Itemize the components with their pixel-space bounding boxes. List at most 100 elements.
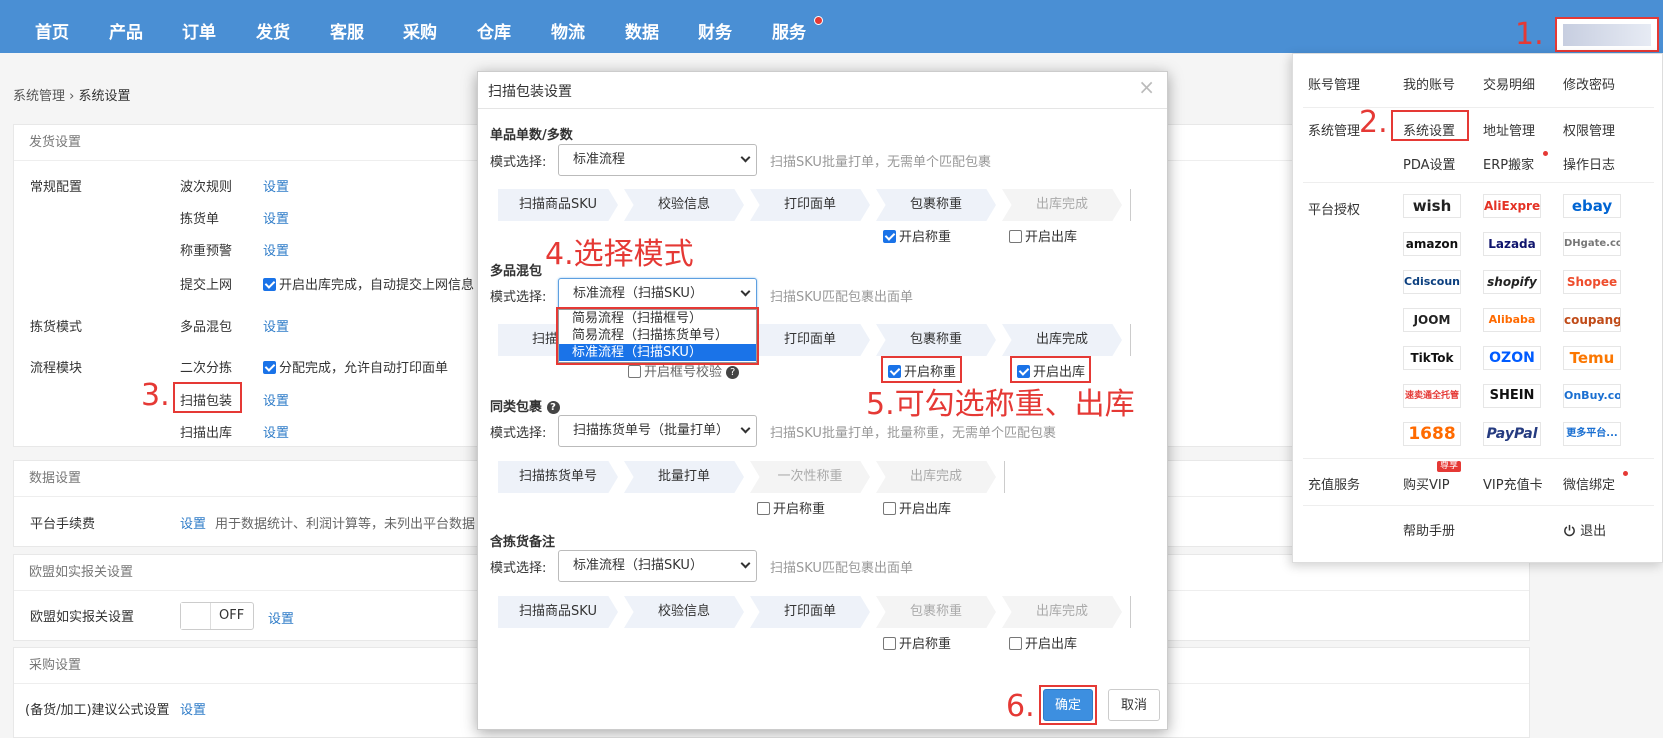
platform-logo-temu[interactable]: Temu xyxy=(1563,346,1621,370)
menu-vip-card[interactable]: VIP充值卡 xyxy=(1483,474,1543,493)
notes-mode-select[interactable]: 标准流程（扫描SKU） xyxy=(558,550,757,582)
section-single-title: 单品单数/多数 xyxy=(490,128,573,143)
eu-customs-set-link[interactable]: 设置 xyxy=(268,608,294,627)
close-icon[interactable]: × xyxy=(1138,75,1155,99)
platform-logo-1688[interactable]: 1688 xyxy=(1403,422,1461,446)
help-icon[interactable]: ? xyxy=(726,366,740,379)
multi-mix-set-link[interactable]: 设置 xyxy=(263,316,289,335)
platform-logo-lazada[interactable]: Lazada xyxy=(1483,232,1541,256)
menu-my-account[interactable]: 我的账号 xyxy=(1403,74,1455,93)
platform-logo-paypal[interactable]: PayPal xyxy=(1483,422,1541,446)
nav-item-data[interactable]: 数据 xyxy=(625,0,659,53)
single-mode-select[interactable]: 标准流程 xyxy=(558,144,757,176)
menu-change-password[interactable]: 修改密码 xyxy=(1563,74,1615,93)
menu-pda-settings[interactable]: PDA设置 xyxy=(1403,154,1456,173)
notification-dot xyxy=(1543,151,1548,156)
eu-customs-toggle[interactable]: OFF xyxy=(180,602,254,630)
notes-weigh-checkbox[interactable] xyxy=(883,637,896,650)
flow-step: 出库完成 xyxy=(1002,596,1122,628)
same-out-checkbox[interactable] xyxy=(883,502,896,515)
multi-out-option: 开启出库 xyxy=(1017,361,1085,380)
scan-out-set-link[interactable]: 设置 xyxy=(263,422,289,441)
menu-trade-detail[interactable]: 交易明细 xyxy=(1483,74,1535,93)
confirm-button[interactable]: 确定 xyxy=(1043,689,1093,721)
platform-logo-cdiscount[interactable]: Cdiscount xyxy=(1403,270,1461,294)
breadcrumb-current: 系统设置 xyxy=(78,89,131,104)
menu-system-settings[interactable]: 系统设置 xyxy=(1403,120,1455,139)
menu-address-management[interactable]: 地址管理 xyxy=(1483,120,1535,139)
platform-logo-dhgate[interactable]: DHgate.com xyxy=(1563,232,1621,256)
user-avatar-button[interactable] xyxy=(1555,17,1659,52)
platform-logo-shopee[interactable]: Shopee xyxy=(1563,270,1621,294)
nav-item-home[interactable]: 首页 xyxy=(35,0,69,53)
platform-fee-set-link[interactable]: 设置 xyxy=(180,513,206,532)
chevron-down-icon xyxy=(740,152,751,163)
submit-online-checkbox[interactable] xyxy=(263,278,276,291)
cancel-button[interactable]: 取消 xyxy=(1108,689,1160,721)
platform-logo-ozon[interactable]: OZON xyxy=(1483,346,1541,370)
menu-buy-vip[interactable]: 购买VIP xyxy=(1403,474,1450,493)
nav-item-shipping[interactable]: 发货 xyxy=(256,0,290,53)
platform-logo-shein[interactable]: SHEIN xyxy=(1483,384,1541,408)
nav-item-customer-service[interactable]: 客服 xyxy=(330,0,364,53)
platform-logo-joom[interactable]: JOOM xyxy=(1403,308,1461,332)
flow-step: 打印面单 xyxy=(750,324,870,356)
second-sort-label: 二次分拣 xyxy=(180,361,233,376)
breadcrumb-parent[interactable]: 系统管理 xyxy=(13,89,65,104)
menu-logout[interactable]: 退出 xyxy=(1563,520,1606,539)
mode-label: 模式选择: xyxy=(490,561,547,576)
wave-rule-set-link[interactable]: 设置 xyxy=(263,176,289,195)
same-weigh-checkbox[interactable] xyxy=(757,502,770,515)
single-out-checkbox[interactable] xyxy=(1009,230,1022,243)
scan-pack-set-link[interactable]: 设置 xyxy=(263,390,289,409)
single-weigh-checkbox[interactable] xyxy=(883,230,896,243)
multi-out-label: 开启出库 xyxy=(1033,365,1086,380)
platform-logo-wish[interactable]: wish xyxy=(1403,194,1461,218)
frame-check-checkbox[interactable] xyxy=(628,365,641,378)
nav-item-services[interactable]: 服务 xyxy=(772,0,806,53)
menu-operation-log[interactable]: 操作日志 xyxy=(1563,154,1615,173)
multi-weigh-label: 开启称重 xyxy=(904,365,957,380)
logout-label: 退出 xyxy=(1580,524,1607,539)
formula-set-link[interactable]: 设置 xyxy=(180,699,206,718)
platform-logo-aliexpress-choice[interactable]: 速卖通全托管 xyxy=(1403,384,1461,408)
same-mode-value: 扫描拣货单号（批量打单） xyxy=(573,423,730,438)
platform-logo-tiktok[interactable]: TikTok xyxy=(1403,346,1461,370)
nav-item-purchase[interactable]: 采购 xyxy=(403,0,437,53)
multi-mode-select[interactable]: 标准流程（扫描SKU） xyxy=(558,278,757,310)
single-weigh-label: 开启称重 xyxy=(899,230,952,245)
platform-logo-onbuy[interactable]: OnBuy.com xyxy=(1563,384,1621,408)
multi-weigh-checkbox[interactable] xyxy=(888,365,901,378)
same-mode-select[interactable]: 扫描拣货单号（批量打单） xyxy=(558,415,757,447)
platform-logo-alibaba[interactable]: Alibaba xyxy=(1483,308,1541,332)
platform-logo-more[interactable]: 更多平台... xyxy=(1563,422,1621,446)
nav-item-finance[interactable]: 财务 xyxy=(698,0,732,53)
nav-item-logistics[interactable]: 物流 xyxy=(551,0,585,53)
menu-wechat-bind[interactable]: 微信绑定 xyxy=(1563,474,1615,493)
menu-erp-migration[interactable]: ERP搬家 xyxy=(1483,154,1534,173)
single-out-option: 开启出库 xyxy=(1009,226,1077,245)
flow-step: 包裹称重 xyxy=(876,189,996,221)
nav-item-warehouse[interactable]: 仓库 xyxy=(477,0,511,53)
wave-rule-label: 波次规则 xyxy=(180,180,233,195)
weight-alert-set-link[interactable]: 设置 xyxy=(263,240,289,259)
flow-step: 校验信息 xyxy=(624,189,744,221)
pick-list-set-link[interactable]: 设置 xyxy=(263,208,289,227)
platform-logo-coupang[interactable]: coupang xyxy=(1563,308,1621,332)
platform-logo-ebay[interactable]: ebay xyxy=(1563,194,1621,218)
second-sort-checkbox[interactable] xyxy=(263,361,276,374)
nav-item-orders[interactable]: 订单 xyxy=(182,0,216,53)
notification-dot xyxy=(814,16,823,25)
notes-out-checkbox[interactable] xyxy=(1009,637,1022,650)
platform-logo-aliexpress[interactable]: AliExpress xyxy=(1483,194,1541,218)
platform-logo-amazon[interactable]: amazon xyxy=(1403,232,1461,256)
highlight-box xyxy=(556,307,759,365)
menu-help[interactable]: 帮助手册 xyxy=(1403,520,1455,539)
nav-item-products[interactable]: 产品 xyxy=(109,0,143,53)
platform-logo-shopify[interactable]: shopify xyxy=(1483,270,1541,294)
menu-permission-management[interactable]: 权限管理 xyxy=(1563,120,1615,139)
multi-mode-hint: 扫描SKU匹配包裹出面单 xyxy=(770,290,913,305)
multi-out-checkbox[interactable] xyxy=(1017,365,1030,378)
help-icon[interactable]: ? xyxy=(546,401,560,414)
dialog-title: 扫描包装设置 xyxy=(488,84,572,100)
